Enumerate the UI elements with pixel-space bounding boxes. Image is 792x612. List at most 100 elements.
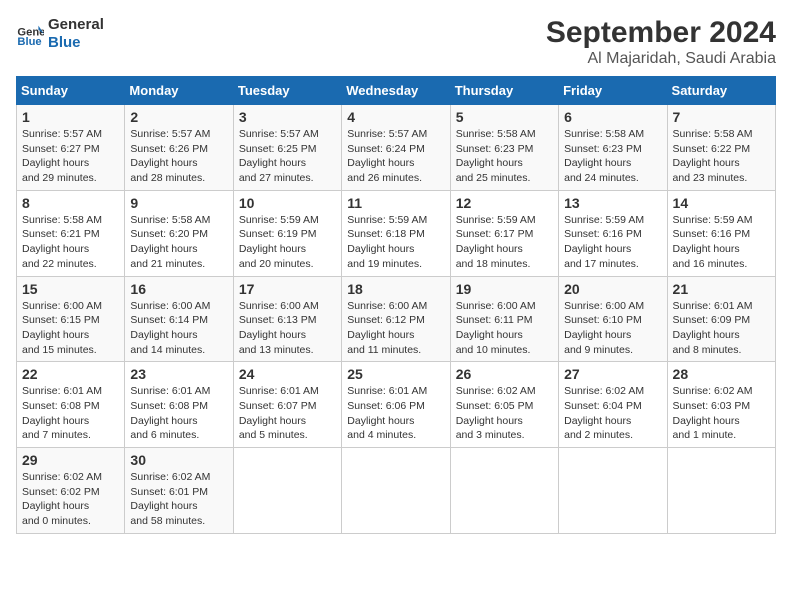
day-number: 19 bbox=[456, 281, 553, 297]
table-cell: 2 Sunrise: 5:57 AMSunset: 6:26 PMDaylight… bbox=[125, 105, 233, 191]
table-cell: 11 Sunrise: 5:59 AMSunset: 6:18 PMDayligh… bbox=[342, 190, 450, 276]
day-info: Sunrise: 6:00 AMSunset: 6:12 PMDaylight … bbox=[347, 299, 444, 358]
table-cell: 19Sunrise: 6:00 AMSunset: 6:11 PMDayligh… bbox=[450, 276, 558, 362]
title-block: September 2024 Al Majaridah, Saudi Arabi… bbox=[546, 16, 776, 68]
logo-icon: General Blue bbox=[16, 20, 44, 48]
page-subtitle: Al Majaridah, Saudi Arabia bbox=[546, 50, 776, 68]
table-cell: 22 Sunrise: 6:01 AMSunset: 6:08 PMDayligh… bbox=[17, 362, 125, 448]
day-info: Sunrise: 6:02 AMSunset: 6:03 PMDaylight … bbox=[673, 384, 770, 443]
day-info: Sunrise: 6:01 AMSunset: 6:08 PMDaylight … bbox=[22, 384, 119, 443]
table-cell: 4 Sunrise: 5:57 AMSunset: 6:24 PMDaylight… bbox=[342, 105, 450, 191]
calendar-table: Sunday Monday Tuesday Wednesday Thursday… bbox=[16, 76, 776, 534]
day-info: Sunrise: 6:00 AMSunset: 6:14 PMDaylight … bbox=[130, 299, 227, 358]
day-number: 8 bbox=[22, 195, 119, 211]
day-number: 6 bbox=[564, 109, 661, 125]
day-info: Sunrise: 5:57 AMSunset: 6:27 PMDaylight … bbox=[22, 127, 119, 186]
page-title: September 2024 bbox=[546, 16, 776, 50]
day-info: Sunrise: 6:00 AMSunset: 6:13 PMDaylight … bbox=[239, 299, 336, 358]
day-info: Sunrise: 5:58 AMSunset: 6:23 PMDaylight … bbox=[564, 127, 661, 186]
table-cell bbox=[667, 448, 775, 534]
table-cell: 14 Sunrise: 5:59 AMSunset: 6:16 PMDayligh… bbox=[667, 190, 775, 276]
day-number: 18 bbox=[347, 281, 444, 297]
calendar-row: 1 Sunrise: 5:57 AMSunset: 6:27 PMDaylight… bbox=[17, 105, 776, 191]
day-info: Sunrise: 6:01 AMSunset: 6:08 PMDaylight … bbox=[130, 384, 227, 443]
table-cell: 23 Sunrise: 6:01 AMSunset: 6:08 PMDayligh… bbox=[125, 362, 233, 448]
day-info: Sunrise: 5:59 AMSunset: 6:18 PMDaylight … bbox=[347, 213, 444, 272]
day-number: 28 bbox=[673, 366, 770, 382]
day-info: Sunrise: 5:58 AMSunset: 6:23 PMDaylight … bbox=[456, 127, 553, 186]
table-cell bbox=[342, 448, 450, 534]
table-cell: 15 Sunrise: 6:00 AMSunset: 6:15 PMDayligh… bbox=[17, 276, 125, 362]
logo: General Blue General Blue bbox=[16, 16, 104, 52]
day-info: Sunrise: 6:01 AMSunset: 6:09 PMDaylight … bbox=[673, 299, 770, 358]
day-number: 2 bbox=[130, 109, 227, 125]
col-saturday: Saturday bbox=[667, 77, 775, 105]
logo-text-general: General bbox=[48, 16, 104, 34]
day-info: Sunrise: 5:57 AMSunset: 6:26 PMDaylight … bbox=[130, 127, 227, 186]
day-number: 15 bbox=[22, 281, 119, 297]
day-number: 5 bbox=[456, 109, 553, 125]
table-cell: 24 Sunrise: 6:01 AMSunset: 6:07 PMDayligh… bbox=[233, 362, 341, 448]
table-cell bbox=[559, 448, 667, 534]
table-cell: 18 Sunrise: 6:00 AMSunset: 6:12 PMDayligh… bbox=[342, 276, 450, 362]
day-number: 4 bbox=[347, 109, 444, 125]
day-info: Sunrise: 5:59 AMSunset: 6:16 PMDaylight … bbox=[564, 213, 661, 272]
day-number: 21 bbox=[673, 281, 770, 297]
day-number: 20 bbox=[564, 281, 661, 297]
table-cell: 6 Sunrise: 5:58 AMSunset: 6:23 PMDaylight… bbox=[559, 105, 667, 191]
table-cell: 30Sunrise: 6:02 AMSunset: 6:01 PMDayligh… bbox=[125, 448, 233, 534]
day-number: 23 bbox=[130, 366, 227, 382]
table-cell: 1 Sunrise: 5:57 AMSunset: 6:27 PMDaylight… bbox=[17, 105, 125, 191]
day-number: 7 bbox=[673, 109, 770, 125]
table-cell: 10 Sunrise: 5:59 AMSunset: 6:19 PMDayligh… bbox=[233, 190, 341, 276]
day-info: Sunrise: 6:00 AMSunset: 6:15 PMDaylight … bbox=[22, 299, 119, 358]
calendar-header-row: Sunday Monday Tuesday Wednesday Thursday… bbox=[17, 77, 776, 105]
col-sunday: Sunday bbox=[17, 77, 125, 105]
day-number: 14 bbox=[673, 195, 770, 211]
day-info: Sunrise: 6:02 AMSunset: 6:02 PMDaylight … bbox=[22, 470, 119, 529]
table-cell: 13 Sunrise: 5:59 AMSunset: 6:16 PMDayligh… bbox=[559, 190, 667, 276]
day-info: Sunrise: 6:01 AMSunset: 6:06 PMDaylight … bbox=[347, 384, 444, 443]
calendar-row: 22 Sunrise: 6:01 AMSunset: 6:08 PMDayligh… bbox=[17, 362, 776, 448]
day-number: 3 bbox=[239, 109, 336, 125]
table-cell: 27Sunrise: 6:02 AMSunset: 6:04 PMDayligh… bbox=[559, 362, 667, 448]
table-cell: 8 Sunrise: 5:58 AMSunset: 6:21 PMDaylight… bbox=[17, 190, 125, 276]
day-number: 11 bbox=[347, 195, 444, 211]
col-wednesday: Wednesday bbox=[342, 77, 450, 105]
table-cell: 5 Sunrise: 5:58 AMSunset: 6:23 PMDaylight… bbox=[450, 105, 558, 191]
table-cell: 16 Sunrise: 6:00 AMSunset: 6:14 PMDayligh… bbox=[125, 276, 233, 362]
table-cell: 17Sunrise: 6:00 AMSunset: 6:13 PMDayligh… bbox=[233, 276, 341, 362]
day-number: 16 bbox=[130, 281, 227, 297]
day-info: Sunrise: 5:59 AMSunset: 6:17 PMDaylight … bbox=[456, 213, 553, 272]
day-number: 10 bbox=[239, 195, 336, 211]
header: General Blue General Blue September 2024… bbox=[16, 16, 776, 68]
day-number: 22 bbox=[22, 366, 119, 382]
col-friday: Friday bbox=[559, 77, 667, 105]
table-cell bbox=[233, 448, 341, 534]
day-number: 29 bbox=[22, 452, 119, 468]
table-cell: 20 Sunrise: 6:00 AMSunset: 6:10 PMDayligh… bbox=[559, 276, 667, 362]
day-info: Sunrise: 6:00 AMSunset: 6:10 PMDaylight … bbox=[564, 299, 661, 358]
day-number: 1 bbox=[22, 109, 119, 125]
calendar-row: 29 Sunrise: 6:02 AMSunset: 6:02 PMDayligh… bbox=[17, 448, 776, 534]
day-number: 13 bbox=[564, 195, 661, 211]
day-info: Sunrise: 5:59 AMSunset: 6:19 PMDaylight … bbox=[239, 213, 336, 272]
day-info: Sunrise: 5:57 AMSunset: 6:24 PMDaylight … bbox=[347, 127, 444, 186]
table-cell: 21 Sunrise: 6:01 AMSunset: 6:09 PMDayligh… bbox=[667, 276, 775, 362]
table-cell: 28 Sunrise: 6:02 AMSunset: 6:03 PMDayligh… bbox=[667, 362, 775, 448]
calendar-row: 15 Sunrise: 6:00 AMSunset: 6:15 PMDayligh… bbox=[17, 276, 776, 362]
day-info: Sunrise: 6:01 AMSunset: 6:07 PMDaylight … bbox=[239, 384, 336, 443]
day-info: Sunrise: 5:58 AMSunset: 6:21 PMDaylight … bbox=[22, 213, 119, 272]
day-number: 24 bbox=[239, 366, 336, 382]
logo-text-blue: Blue bbox=[48, 34, 104, 52]
day-info: Sunrise: 6:02 AMSunset: 6:01 PMDaylight … bbox=[130, 470, 227, 529]
table-cell bbox=[450, 448, 558, 534]
day-info: Sunrise: 5:58 AMSunset: 6:22 PMDaylight … bbox=[673, 127, 770, 186]
day-number: 9 bbox=[130, 195, 227, 211]
table-cell: 3 Sunrise: 5:57 AMSunset: 6:25 PMDaylight… bbox=[233, 105, 341, 191]
day-info: Sunrise: 5:59 AMSunset: 6:16 PMDaylight … bbox=[673, 213, 770, 272]
day-info: Sunrise: 6:02 AMSunset: 6:05 PMDaylight … bbox=[456, 384, 553, 443]
day-info: Sunrise: 5:57 AMSunset: 6:25 PMDaylight … bbox=[239, 127, 336, 186]
col-monday: Monday bbox=[125, 77, 233, 105]
table-cell: 29 Sunrise: 6:02 AMSunset: 6:02 PMDayligh… bbox=[17, 448, 125, 534]
